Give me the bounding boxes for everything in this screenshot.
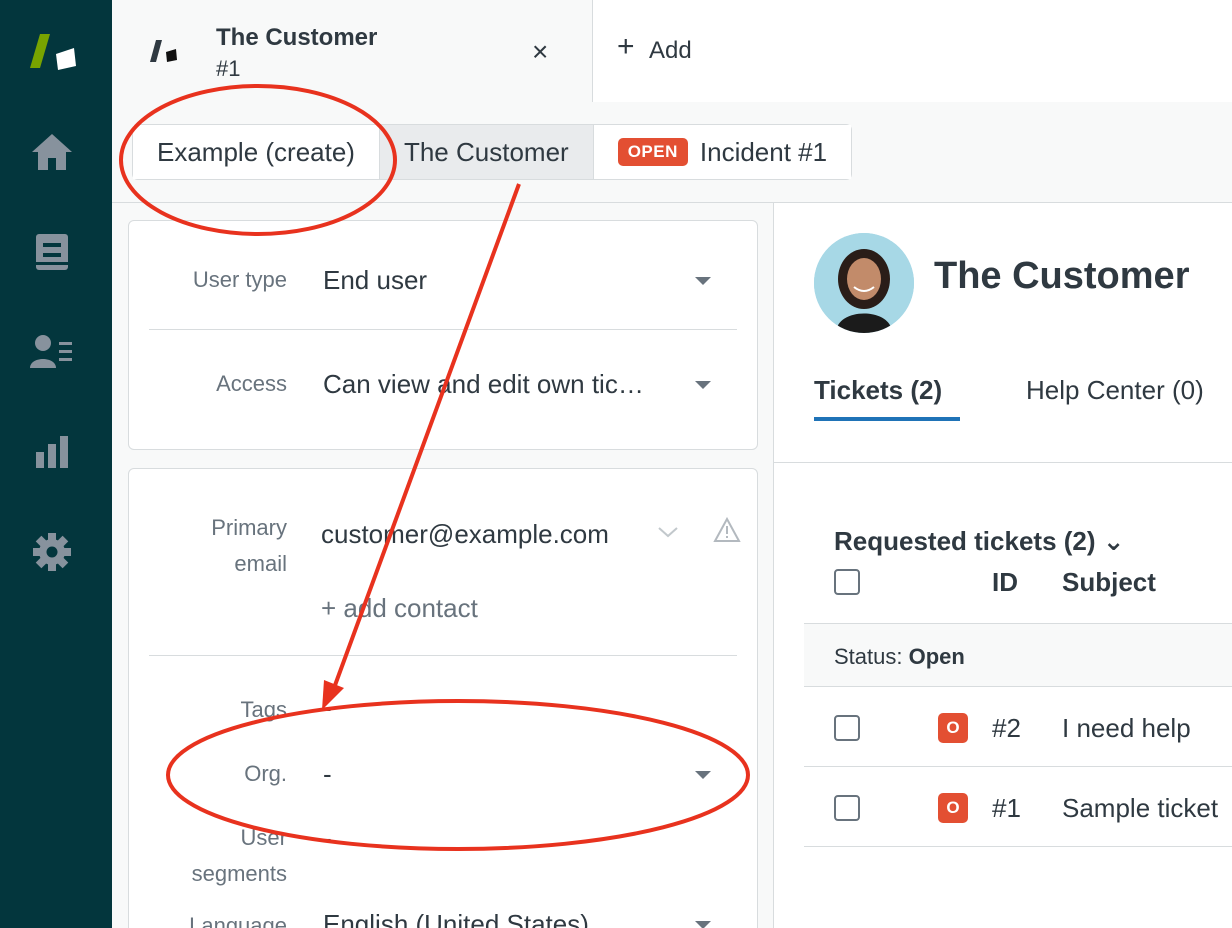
user-fields-panel: User type End user Access Can view and e… — [112, 203, 772, 928]
status-badge: O — [938, 713, 968, 743]
tags-value[interactable]: - — [323, 693, 332, 724]
access-label: Access — [216, 371, 287, 396]
status-badge: OPEN — [617, 138, 688, 166]
language-value[interactable]: English (United States) — [323, 909, 589, 928]
org-label: Org. — [244, 761, 287, 786]
language-label: Language — [189, 913, 287, 928]
breadcrumb-label: Example (create) — [157, 136, 355, 167]
breadcrumb-the-customer[interactable]: The Customer — [379, 125, 594, 179]
add-tab-label: Add — [649, 37, 692, 64]
column-header-subject[interactable]: Subject — [1062, 567, 1156, 598]
warning-icon — [713, 516, 741, 548]
zendesk-logo[interactable] — [26, 32, 86, 74]
reporting-icon[interactable] — [28, 428, 76, 476]
primary-email-label-line1: Primary — [211, 515, 287, 540]
requested-tickets-dropdown[interactable]: Requested tickets (2) ⌄ — [834, 526, 1125, 557]
user-type-value[interactable]: End user — [323, 265, 427, 296]
breadcrumb-incident[interactable]: OPEN Incident #1 — [593, 125, 852, 179]
avatar — [814, 233, 914, 333]
chevron-down-icon[interactable] — [695, 381, 711, 389]
contact-card: Primary email customer@example.com + add… — [128, 468, 758, 928]
org-value[interactable]: - — [323, 759, 332, 790]
tabs-divider — [774, 462, 1232, 463]
user-profile-panel: The Customer Tickets (2) Help Center (0)… — [774, 203, 1232, 928]
add-contact-link[interactable]: + add contact — [321, 593, 478, 624]
close-icon[interactable]: × — [532, 36, 548, 68]
customers-icon[interactable] — [28, 328, 76, 376]
add-tab-button[interactable]: + Add — [592, 0, 1232, 102]
status-group-header: Status: Open — [804, 623, 1232, 687]
active-tab-indicator — [814, 417, 960, 421]
primary-email-value[interactable]: customer@example.com — [321, 519, 609, 550]
table-row[interactable]: O #2 I need help — [804, 687, 1232, 767]
chevron-down-icon[interactable] — [695, 921, 711, 928]
tab-help-center[interactable]: Help Center (0) — [1026, 375, 1204, 406]
ticket-subject[interactable]: I need help — [1062, 713, 1191, 744]
status-badge: O — [938, 793, 968, 823]
tab-tickets[interactable]: Tickets (2) — [814, 375, 942, 406]
chevron-down-icon[interactable] — [695, 771, 711, 779]
user-type-label: User type — [192, 267, 287, 292]
row-checkbox[interactable] — [834, 795, 860, 821]
status-prefix: Status: — [834, 644, 903, 669]
ticket-id: #1 — [992, 793, 1021, 823]
field-divider — [149, 655, 737, 656]
status-value: Open — [908, 644, 965, 669]
breadcrumb-example-create[interactable]: Example (create) — [133, 125, 380, 179]
breadcrumb-label: Incident #1 — [699, 136, 828, 167]
chevron-down-icon[interactable] — [657, 525, 679, 544]
primary-email-label-line2: email — [234, 551, 287, 576]
main-nav — [0, 0, 112, 928]
access-value[interactable]: Can view and edit own tic… — [323, 369, 644, 400]
app-window: The Customer #1 × + Add Example (create)… — [0, 0, 1232, 928]
status-group-label: Status: Open — [834, 644, 965, 670]
plus-icon: + — [617, 30, 635, 63]
row-checkbox[interactable] — [834, 715, 860, 741]
tab-the-customer[interactable]: The Customer #1 × — [112, 0, 592, 102]
home-icon[interactable] — [28, 128, 76, 176]
tags-label: Tags — [240, 697, 287, 722]
select-all-checkbox[interactable] — [834, 569, 860, 595]
tab-title: The Customer — [216, 24, 378, 51]
user-role-card: User type End user Access Can view and e… — [128, 220, 758, 450]
breadcrumb: Example (create) The Customer OPEN Incid… — [132, 124, 853, 180]
tab-bar: The Customer #1 × + Add — [112, 0, 1232, 102]
breadcrumb-label: The Customer — [403, 136, 569, 167]
user-segments-label-line2: segments — [191, 861, 287, 886]
zendesk-tab-icon — [148, 38, 182, 71]
user-segments-label-line1: User — [240, 825, 287, 850]
ticket-id: #2 — [992, 713, 1021, 743]
column-header-id[interactable]: ID — [992, 567, 1018, 598]
settings-icon[interactable] — [28, 528, 76, 576]
ticket-subject[interactable]: Sample ticket — [1062, 793, 1218, 824]
user-name: The Customer — [934, 255, 1190, 297]
tab-subtitle: #1 — [216, 56, 241, 81]
field-divider — [149, 329, 737, 330]
table-row[interactable]: O #1 Sample ticket — [804, 767, 1232, 847]
views-icon[interactable] — [28, 228, 76, 276]
user-segments-value: - — [323, 823, 332, 853]
chevron-down-icon[interactable] — [695, 277, 711, 285]
